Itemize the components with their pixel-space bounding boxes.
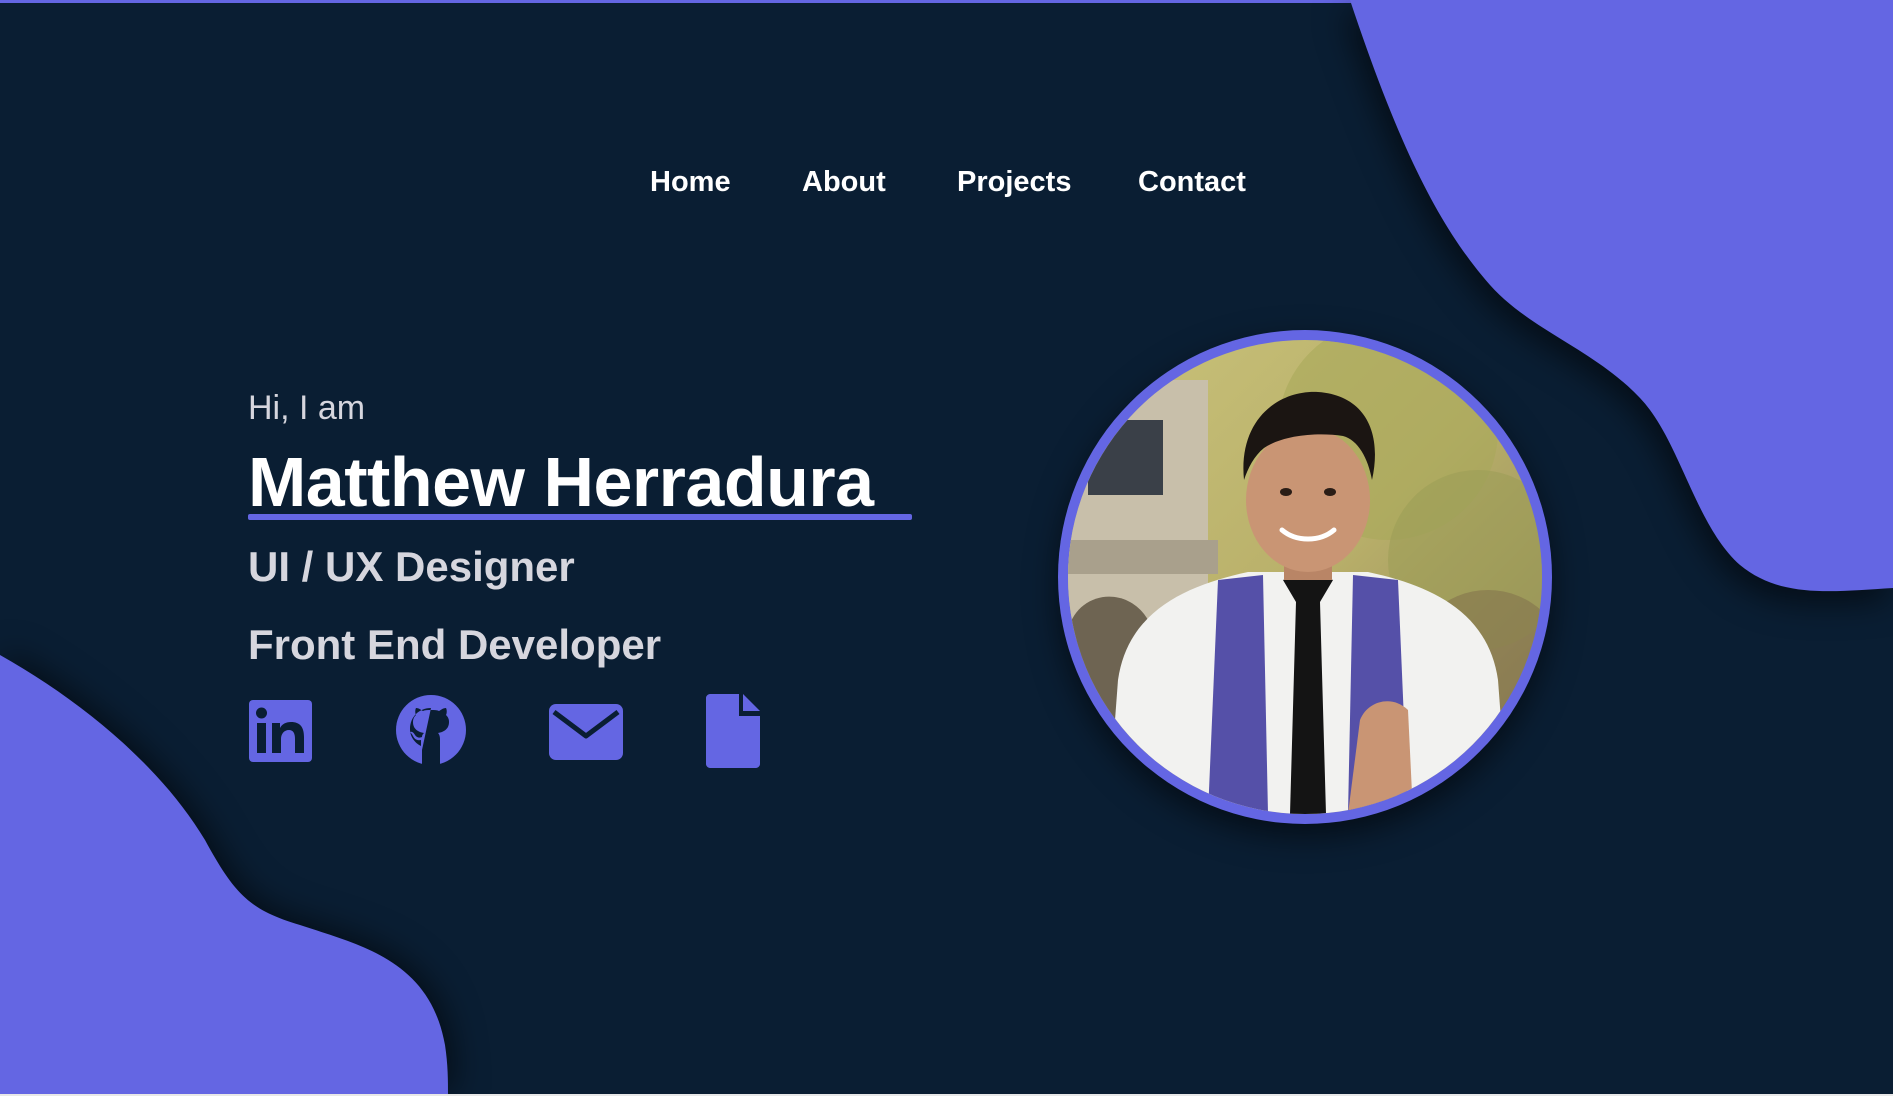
main-navigation: Home About Projects Contact [0, 162, 1893, 202]
hero-name: Matthew Herradura [248, 443, 874, 521]
profile-photo [1068, 340, 1542, 814]
mail-icon [549, 704, 623, 760]
profile-photo-frame [1058, 330, 1552, 824]
github-icon [396, 695, 466, 765]
role-title: UI / UX Designer [248, 543, 575, 590]
greeting-text: Hi, I am [248, 389, 366, 427]
social-links [248, 694, 768, 774]
linkedin-link[interactable] [248, 694, 324, 774]
role-title: Front End Developer [248, 621, 662, 668]
nav-link-home[interactable]: Home [650, 162, 731, 202]
email-link[interactable] [548, 694, 624, 774]
resume-link[interactable] [705, 694, 781, 774]
document-icon [706, 694, 760, 768]
linkedin-icon [249, 700, 312, 762]
nav-link-contact[interactable]: Contact [1138, 162, 1246, 202]
nav-link-projects[interactable]: Projects [957, 162, 1071, 202]
name-underline [248, 514, 912, 520]
github-link[interactable] [395, 694, 471, 774]
nav-link-about[interactable]: About [802, 162, 886, 202]
